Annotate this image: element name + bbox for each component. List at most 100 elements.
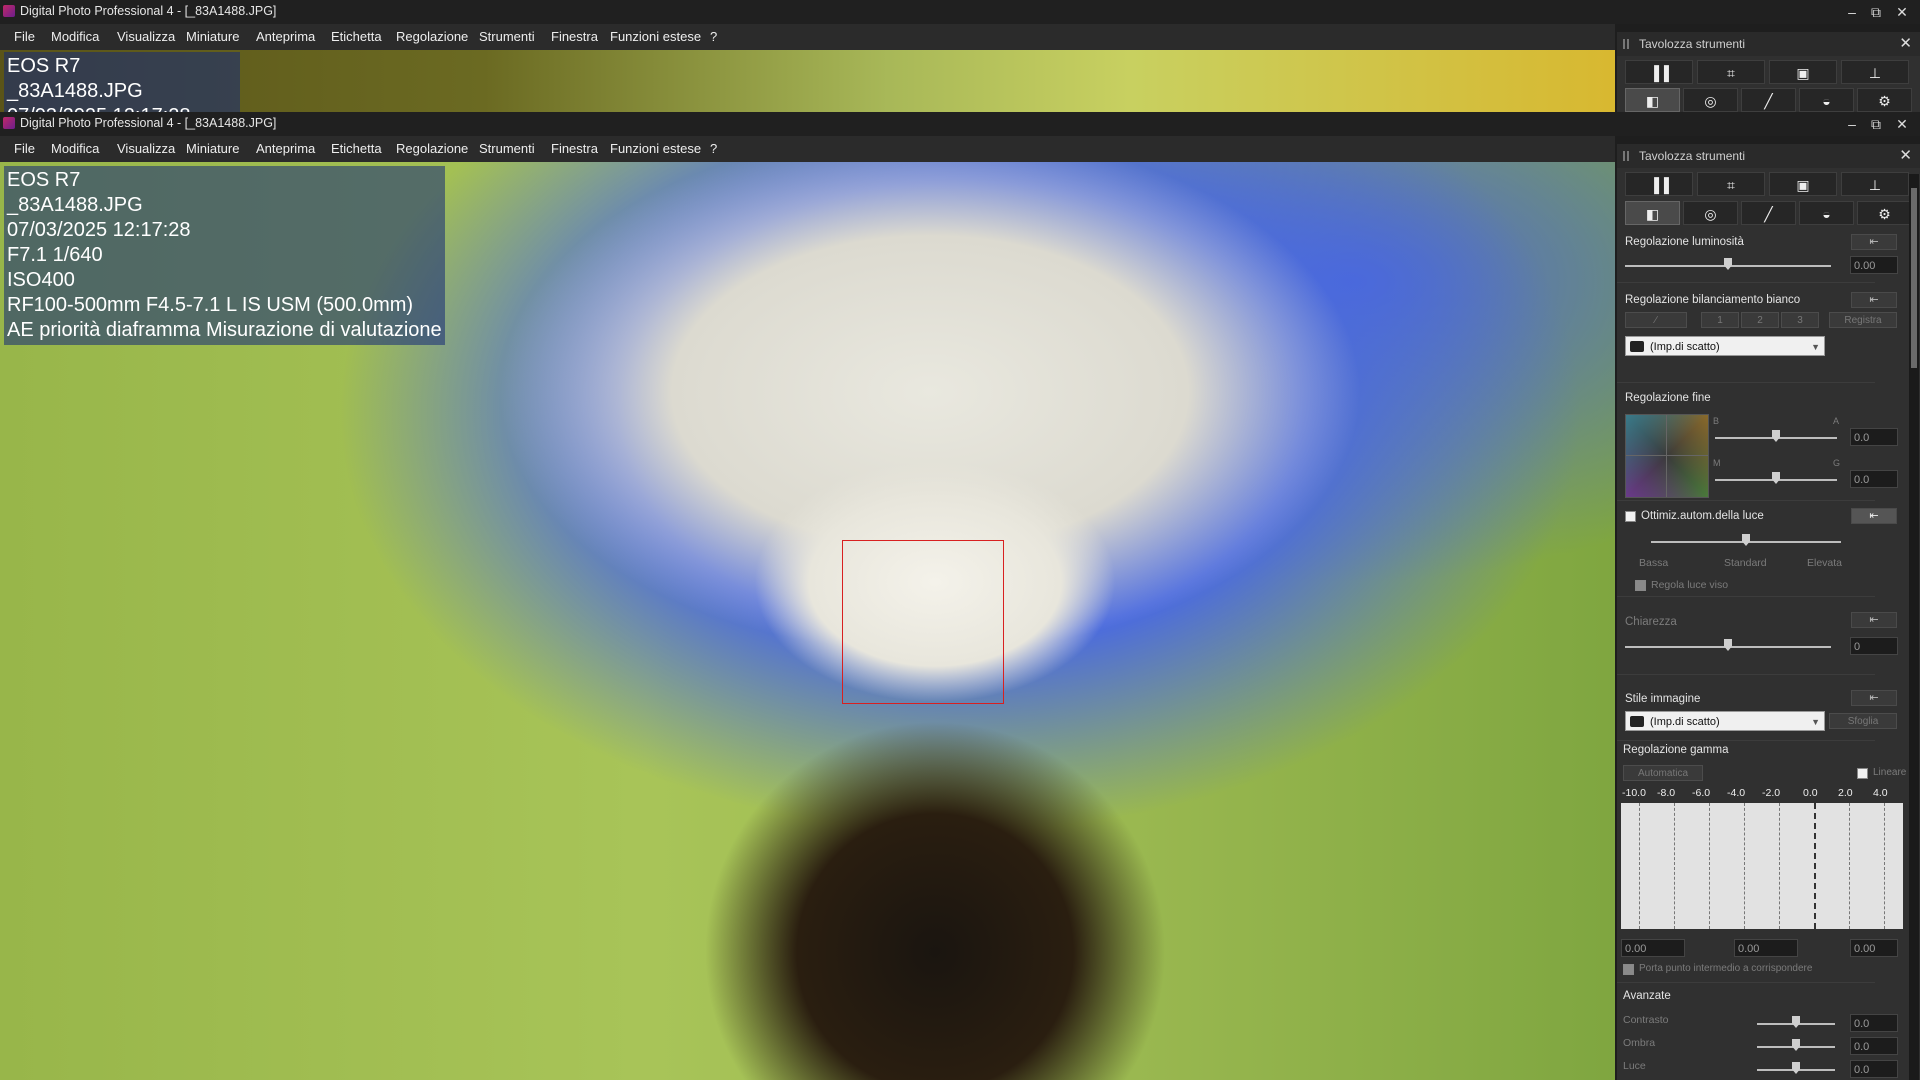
face-light-checkbox[interactable] <box>1635 580 1646 591</box>
tool-palette-back: Tavolozza strumenti ✕ ▐▐ ⌗ ▣ ⊥ ◧ ◎ ╱ ◒ ⚙ <box>1617 32 1920 112</box>
fine-mg-slider-thumb[interactable] <box>1772 472 1780 484</box>
gamma-black-value[interactable]: 0.00 <box>1621 939 1685 957</box>
wb-preset-3[interactable]: 3 <box>1781 312 1819 328</box>
menu-visualizza[interactable]: Visualizza <box>117 29 175 44</box>
alo-reset-icon[interactable]: ⇤ <box>1851 508 1897 524</box>
tool-settings-icon[interactable]: ⚙ <box>1857 88 1912 112</box>
menu-miniature[interactable]: Miniature <box>186 141 239 156</box>
tool-crop-icon[interactable]: ⌗ <box>1697 172 1765 196</box>
menu-anteprima[interactable]: Anteprima <box>256 29 315 44</box>
gamma-linear-checkbox[interactable] <box>1857 768 1868 779</box>
image-viewport[interactable]: EOS R7 _83A1488.JPG 07/03/2025 12:17:28 … <box>0 162 1615 1080</box>
wb-color-grid[interactable] <box>1625 414 1709 498</box>
menu-modifica[interactable]: Modifica <box>51 141 99 156</box>
light-slider-thumb[interactable] <box>1792 1062 1800 1074</box>
wb-reset-icon[interactable]: ⇤ <box>1851 292 1897 308</box>
info-camera: EOS R7 <box>7 169 81 191</box>
tool-curve-icon[interactable]: ╱ <box>1741 201 1796 225</box>
palette-title: Tavolozza strumenti <box>1639 149 1746 163</box>
menu-regolazione[interactable]: Regolazione <box>396 29 468 44</box>
wb-register-button[interactable]: Registra <box>1829 312 1897 328</box>
menu-funzioni-estese[interactable]: Funzioni estese <box>610 29 701 44</box>
picture-style-select[interactable]: (Imp.di scatto) ▼ <box>1625 711 1825 731</box>
chevron-down-icon: ▼ <box>1811 342 1820 352</box>
fine-ba-slider-thumb[interactable] <box>1772 430 1780 442</box>
menu-help[interactable]: ? <box>710 29 717 44</box>
tool-color-icon[interactable]: ◒ <box>1799 201 1854 225</box>
gamma-tick: -4.0 <box>1727 787 1746 799</box>
menu-file[interactable]: File <box>14 29 35 44</box>
gamma-midpoint-checkbox[interactable] <box>1623 964 1634 975</box>
close-icon[interactable]: ✕ <box>1899 146 1912 164</box>
menu-anteprima[interactable]: Anteprima <box>256 141 315 156</box>
light-value[interactable]: 0.0 <box>1850 1060 1898 1078</box>
shadow-label: Ombra <box>1623 1037 1656 1049</box>
gamma-auto-button[interactable]: Automatica <box>1623 765 1703 781</box>
tool-stamp-icon[interactable]: ⊥ <box>1841 60 1909 84</box>
close-icon[interactable]: ✕ <box>1899 34 1912 52</box>
gamma-tick: -2.0 <box>1762 787 1781 799</box>
app-icon <box>3 5 15 17</box>
alo-checkbox[interactable] <box>1625 511 1636 522</box>
brightness-slider-thumb[interactable] <box>1724 258 1732 270</box>
wb-eyedropper-icon[interactable]: ∕ <box>1625 312 1687 328</box>
menu-help[interactable]: ? <box>710 141 717 156</box>
tool-dust-icon[interactable]: ▣ <box>1769 60 1837 84</box>
shadow-value[interactable]: 0.0 <box>1850 1037 1898 1055</box>
menu-modifica[interactable]: Modifica <box>51 29 99 44</box>
wb-select[interactable]: (Imp.di scatto) ▼ <box>1625 336 1825 356</box>
clarity-slider-thumb[interactable] <box>1724 639 1732 651</box>
gamma-mid-value[interactable]: 0.00 <box>1734 939 1798 957</box>
clarity-value[interactable]: 0 <box>1850 637 1898 655</box>
menu-etichetta[interactable]: Etichetta <box>331 29 382 44</box>
tool-basic-adjust-icon[interactable]: ◧ <box>1625 201 1680 225</box>
menu-etichetta[interactable]: Etichetta <box>331 141 382 156</box>
picture-style-reset-icon[interactable]: ⇤ <box>1851 690 1897 706</box>
gamma-histogram[interactable] <box>1621 803 1903 929</box>
menu-file[interactable]: File <box>14 141 35 156</box>
menu-finestra[interactable]: Finestra <box>551 29 598 44</box>
fine-ba-value[interactable]: 0.0 <box>1850 428 1898 446</box>
image-viewport-back[interactable]: EOS R7 _83A1488.JPG 07/03/2025 12:17:28 <box>0 50 1615 112</box>
info-mode: AE priorità diaframma Misurazione di val… <box>7 319 442 341</box>
tool-basic-icon[interactable]: ▐▐ <box>1625 172 1693 196</box>
tool-stamp-icon[interactable]: ⊥ <box>1841 172 1909 196</box>
menu-visualizza[interactable]: Visualizza <box>117 141 175 156</box>
tool-lens-icon[interactable]: ◎ <box>1683 88 1738 112</box>
af-point-frame <box>842 540 1004 704</box>
menu-strumenti[interactable]: Strumenti <box>479 141 535 156</box>
info-exposure: F7.1 1/640 <box>7 244 103 266</box>
wb-preset-1[interactable]: 1 <box>1701 312 1739 328</box>
window-title: Digital Photo Professional 4 - [_83A1488… <box>20 116 277 130</box>
tool-dust-icon[interactable]: ▣ <box>1769 172 1837 196</box>
palette-scrollbar[interactable] <box>1909 174 1919 1080</box>
contrast-value[interactable]: 0.0 <box>1850 1014 1898 1032</box>
close-icon[interactable]: ✕ <box>1884 112 1920 136</box>
tool-basic-icon[interactable]: ▐▐ <box>1625 60 1693 84</box>
clarity-reset-icon[interactable]: ⇤ <box>1851 612 1897 628</box>
shadow-slider-thumb[interactable] <box>1792 1039 1800 1051</box>
tool-settings-icon[interactable]: ⚙ <box>1857 201 1912 225</box>
fine-mg-value[interactable]: 0.0 <box>1850 470 1898 488</box>
menu-funzioni-estese[interactable]: Funzioni estese <box>610 141 701 156</box>
tool-crop-icon[interactable]: ⌗ <box>1697 60 1765 84</box>
app-icon <box>3 117 15 129</box>
tool-basic-adjust-icon[interactable]: ◧ <box>1625 88 1680 112</box>
brightness-value[interactable]: 0.00 <box>1850 256 1898 274</box>
gamma-white-value[interactable]: 0.00 <box>1850 939 1898 957</box>
contrast-slider-thumb[interactable] <box>1792 1016 1800 1028</box>
menu-finestra[interactable]: Finestra <box>551 141 598 156</box>
brightness-reset-icon[interactable]: ⇤ <box>1851 234 1897 250</box>
menu-miniature[interactable]: Miniature <box>186 29 239 44</box>
menu-regolazione[interactable]: Regolazione <box>396 141 468 156</box>
tool-lens-icon[interactable]: ◎ <box>1683 201 1738 225</box>
wb-preset-2[interactable]: 2 <box>1741 312 1779 328</box>
close-icon[interactable]: ✕ <box>1884 0 1920 24</box>
alo-slider-thumb[interactable] <box>1742 534 1750 546</box>
fine-g-label: G <box>1833 458 1841 468</box>
tool-curve-icon[interactable]: ╱ <box>1741 88 1796 112</box>
scrollbar-thumb[interactable] <box>1911 188 1917 368</box>
picture-style-browse-button[interactable]: Sfoglia <box>1829 713 1897 729</box>
menu-strumenti[interactable]: Strumenti <box>479 29 535 44</box>
tool-color-icon[interactable]: ◒ <box>1799 88 1854 112</box>
